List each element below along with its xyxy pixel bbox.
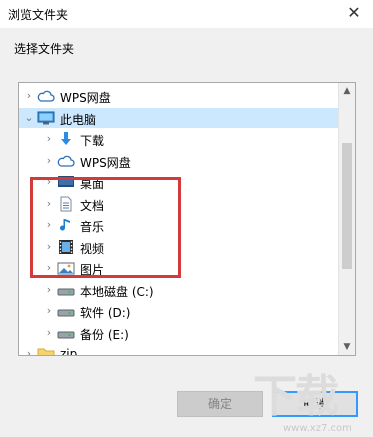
tree-item[interactable]: › 下载: [19, 129, 339, 149]
scrollbar-thumb[interactable]: [342, 143, 352, 269]
tree-item-label: zip: [60, 347, 78, 356]
tree-item-label: 软件 (D:): [80, 306, 131, 320]
tree-item-label: WPS网盘: [80, 155, 131, 170]
download-arrow-icon: [57, 131, 75, 147]
drive-icon: [57, 282, 75, 298]
cloud-icon: [37, 88, 55, 104]
chevron-right-icon[interactable]: ›: [23, 346, 35, 355]
tree-item[interactable]: ⌄ 此电脑: [19, 107, 339, 128]
drive-icon: [57, 303, 75, 319]
tree-item[interactable]: › WPS网盘: [19, 86, 339, 106]
browse-folder-dialog: 浏览文件夹 ✕ 选择文件夹 › zip › 备份 (E:) › 软件 (D:) › 本地磁盘 …: [0, 0, 373, 437]
chevron-right-icon[interactable]: ›: [43, 303, 55, 319]
ok-button[interactable]: 确定: [177, 391, 263, 417]
chevron-right-icon[interactable]: ›: [43, 325, 55, 341]
tree-item-label: 本地磁盘 (C:): [80, 284, 154, 299]
vertical-scrollbar[interactable]: ▲ ▼: [338, 83, 355, 355]
tree-item-label: 备份 (E:): [80, 327, 129, 342]
annotation-highlight-box: [30, 177, 181, 278]
scroll-up-icon[interactable]: ▲: [339, 83, 355, 99]
tree-item[interactable]: › zip: [19, 344, 339, 356]
watermark-url: www.xz7.com: [283, 423, 352, 434]
chevron-right-icon[interactable]: ›: [43, 131, 55, 147]
computer-icon: [37, 110, 55, 126]
tree-item-label: WPS网盘: [60, 91, 111, 105]
tree-item[interactable]: › 软件 (D:): [19, 301, 339, 321]
dialog-prompt: 选择文件夹: [14, 42, 75, 56]
chevron-down-icon[interactable]: ⌄: [23, 110, 35, 126]
tree-item-label: 下载: [80, 134, 105, 148]
folder-icon: [37, 346, 55, 355]
window-title: 浏览文件夹: [8, 8, 69, 22]
tree-item[interactable]: › 备份 (E:): [19, 323, 339, 343]
watermark-logo: 下载 www.xz7.com: [253, 373, 369, 437]
cloud-icon: [57, 153, 75, 169]
drive-icon: [57, 325, 75, 341]
watermark-text: 下载: [253, 371, 339, 422]
chevron-right-icon[interactable]: ›: [43, 282, 55, 298]
tree-item-label: 此电脑: [60, 112, 97, 127]
tree-item[interactable]: › 本地磁盘 (C:): [19, 280, 339, 300]
title-bar[interactable]: 浏览文件夹 ✕: [0, 0, 373, 28]
close-icon[interactable]: ✕: [345, 4, 363, 22]
scroll-down-icon[interactable]: ▼: [339, 339, 355, 355]
chevron-right-icon[interactable]: ›: [23, 88, 35, 104]
tree-item[interactable]: › WPS网盘: [19, 151, 339, 171]
chevron-right-icon[interactable]: ›: [43, 153, 55, 169]
